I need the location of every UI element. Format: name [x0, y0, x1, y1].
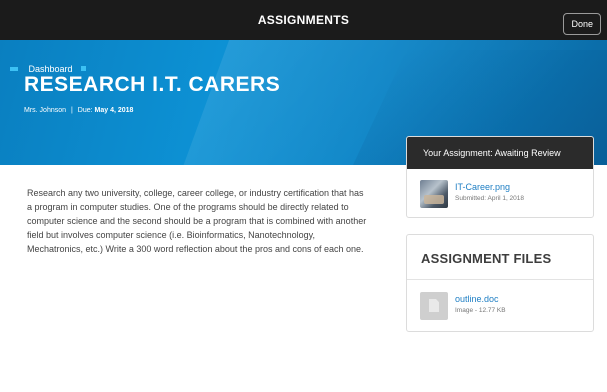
image-thumbnail-icon [420, 180, 448, 208]
assignment-meta: Mrs. Johnson | Due: May 4, 2018 [24, 107, 133, 114]
meta-separator: | [70, 107, 73, 114]
due-date: May 4, 2018 [94, 107, 134, 114]
due-label: Due: [77, 107, 93, 114]
assignment-files-title: ASSIGNMENT FILES [421, 251, 552, 266]
breadcrumb-marker-icon [10, 66, 18, 71]
submission-status-header: Your Assignment: Awaiting Review [407, 137, 593, 169]
page-title: RESEARCH I.T. CARERS [24, 73, 281, 96]
topbar-title: ASSIGNMENTS [257, 13, 350, 27]
assignment-file-name[interactable]: outline.doc [455, 294, 499, 304]
assignment-description: Research any two university, college, ca… [27, 188, 367, 254]
assignment-files-card: ASSIGNMENT FILES outline.doc Image - 12.… [406, 234, 594, 332]
document-icon [420, 292, 448, 320]
submission-card: Your Assignment: Awaiting Review IT-Care… [406, 136, 594, 218]
submitted-date: Submitted: April 1, 2018 [455, 195, 525, 202]
divider [407, 279, 593, 280]
top-bar: ASSIGNMENTS Done [0, 0, 607, 40]
done-button[interactable]: Done [563, 13, 601, 35]
breadcrumb: Dashboard [10, 60, 86, 74]
breadcrumb-square-icon [80, 66, 86, 72]
assignment-file-meta: Image - 12.77 KB [455, 307, 506, 314]
submitted-file-name[interactable]: IT-Career.png [455, 182, 510, 192]
teacher-name: Mrs. Johnson [24, 107, 67, 114]
